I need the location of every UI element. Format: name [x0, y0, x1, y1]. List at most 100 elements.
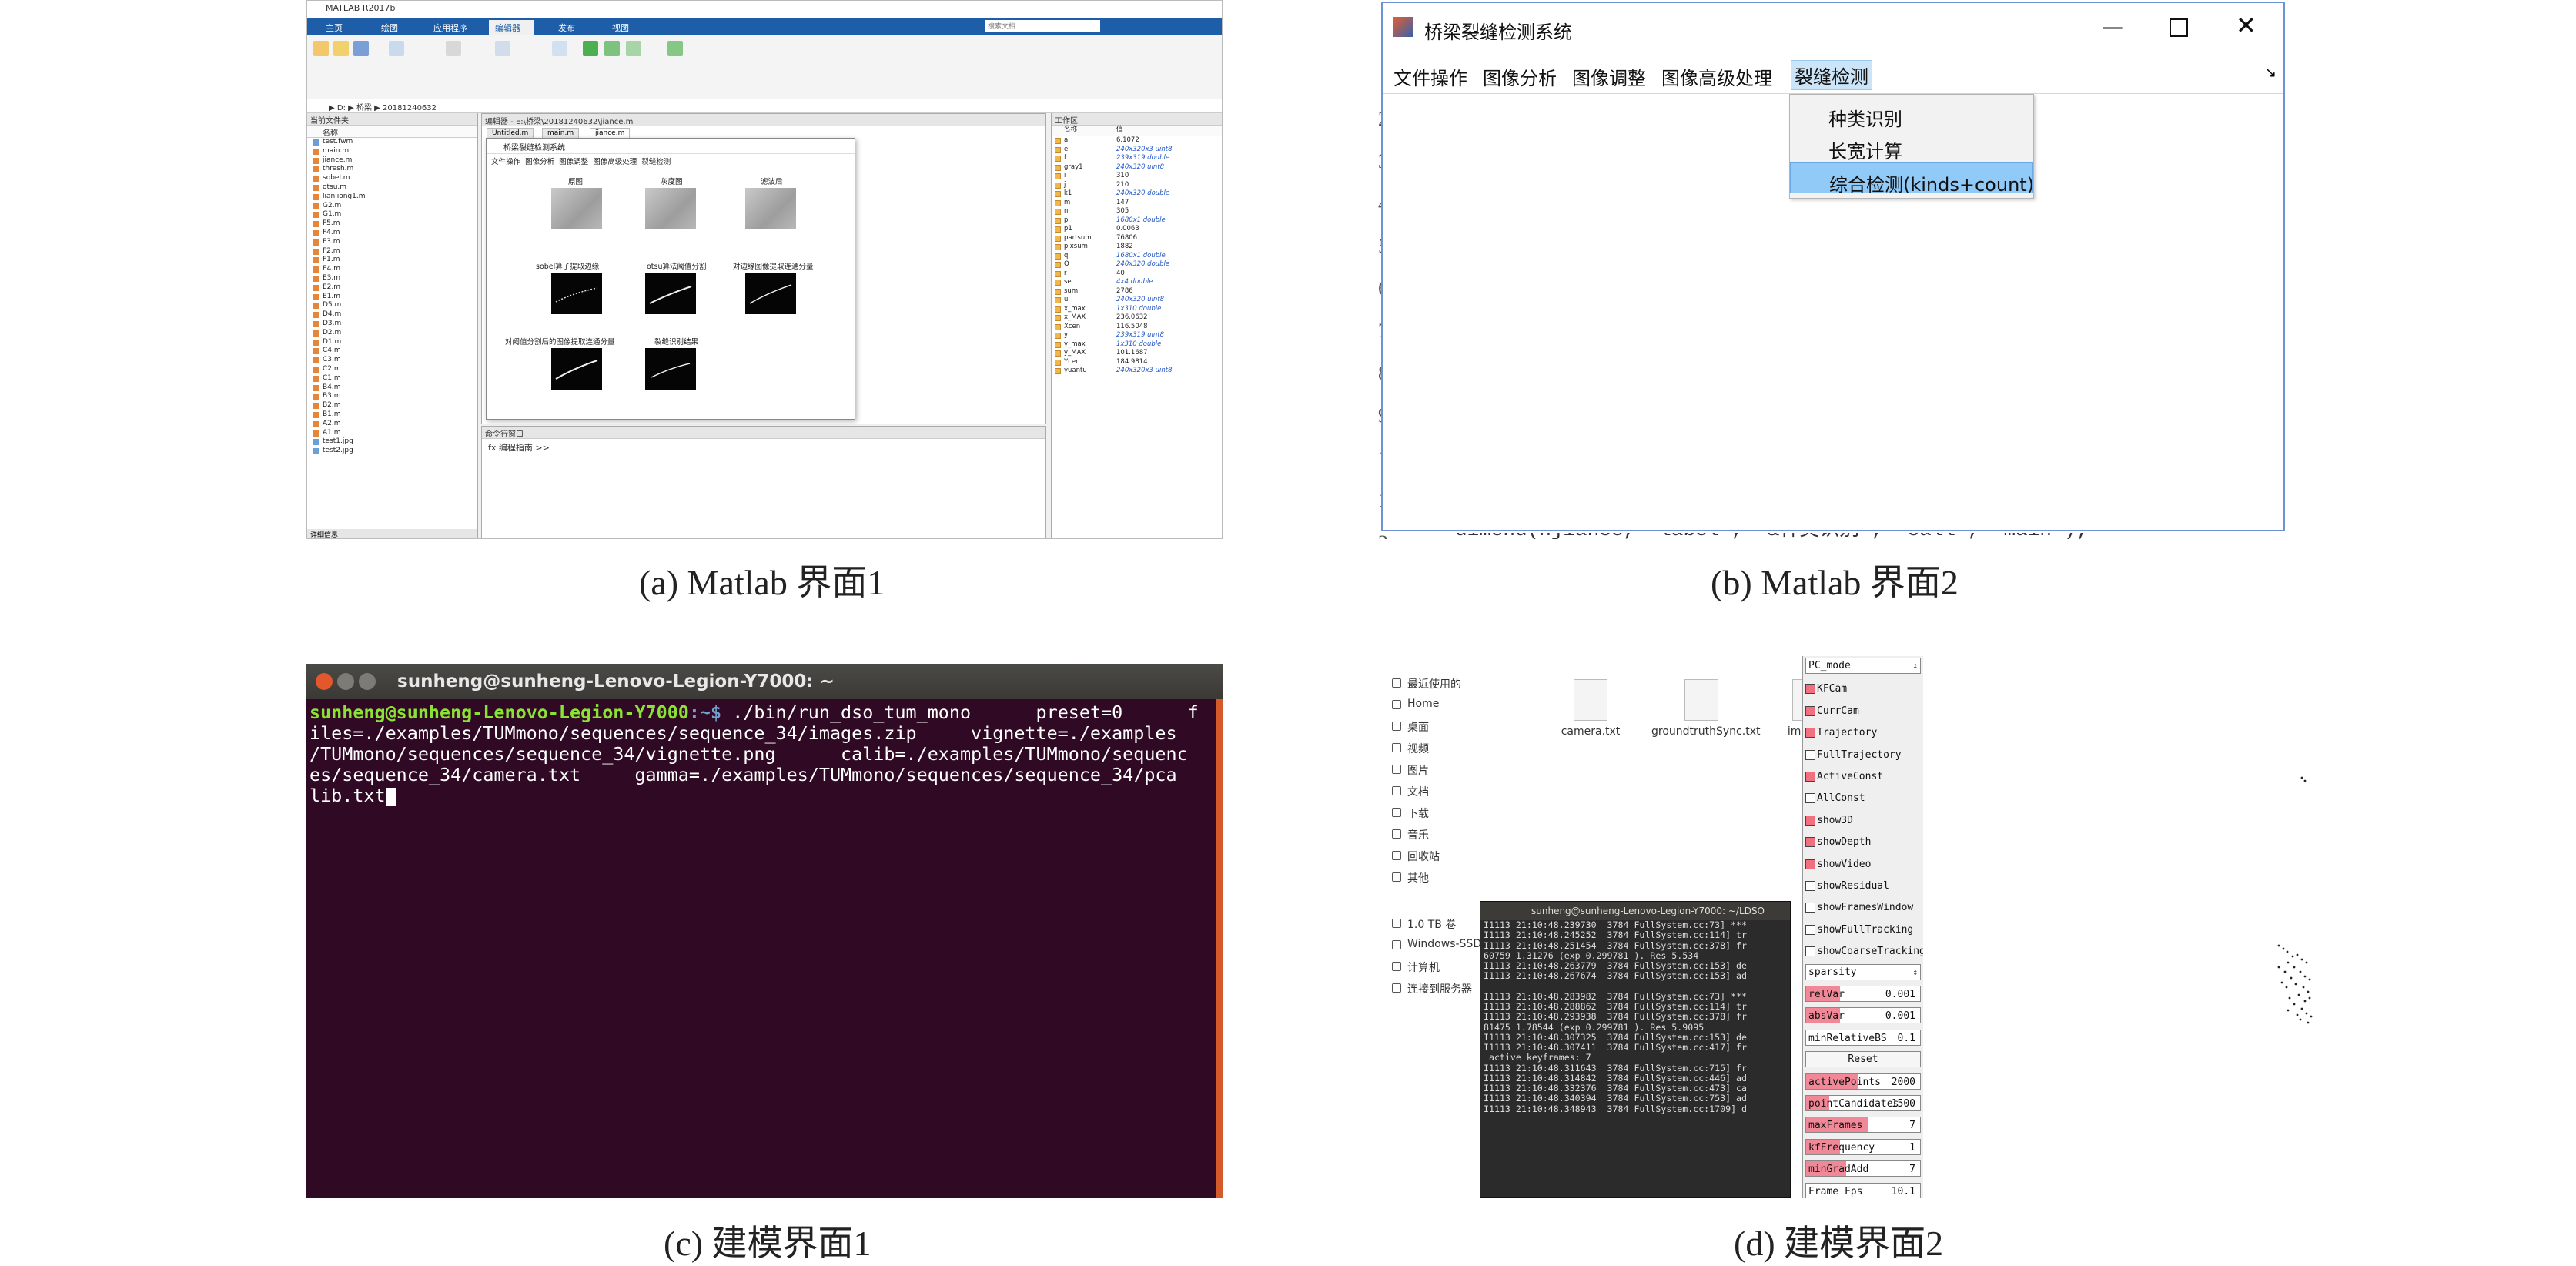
menu-adjust[interactable]: 图像调整 — [559, 158, 588, 166]
file-item[interactable]: C4.m — [307, 347, 477, 356]
file-item[interactable]: D2.m — [307, 329, 477, 338]
menu-crack-detect[interactable]: 裂缝检测 — [1791, 60, 1872, 90]
breakpoints-icon[interactable] — [552, 41, 567, 56]
slider-kfFrequency[interactable]: kfFrequency 1 — [1805, 1138, 1921, 1155]
checkbox-showFullTracking[interactable]: showFullTracking — [1805, 920, 1921, 939]
insert-icon[interactable] — [446, 41, 461, 56]
workspace-row[interactable]: i 310 — [1052, 172, 1222, 181]
run-advance-icon[interactable] — [604, 41, 620, 56]
checkbox-box[interactable] — [1805, 859, 1815, 869]
file-item[interactable]: D1.m — [307, 338, 477, 347]
sidebar-item[interactable]: Home — [1390, 698, 1439, 710]
checkbox-AllConst[interactable]: AllConst — [1805, 789, 1921, 808]
checkbox-showVideo[interactable]: showVideo — [1805, 855, 1921, 874]
sidebar-item[interactable]: 其他 — [1390, 870, 1429, 886]
checkbox-box[interactable] — [1805, 793, 1815, 804]
menu-analysis[interactable]: 图像分析 — [1483, 63, 1557, 90]
text-file-icon[interactable] — [1684, 679, 1718, 721]
menu-file[interactable]: 文件操作 — [491, 158, 520, 166]
checkbox-box[interactable] — [1805, 705, 1815, 716]
maximize-icon[interactable] — [2170, 18, 2188, 37]
workspace-row[interactable]: p1 0.0063 — [1052, 225, 1222, 234]
file-name[interactable]: ima — [1746, 725, 1808, 738]
menu-analysis[interactable]: 图像分析 — [525, 158, 554, 166]
dso-terminal[interactable]: sunheng@sunheng-Lenovo-Legion-Y7000: ~/L… — [1480, 901, 1791, 1198]
files-column-name[interactable]: 名称 — [307, 126, 477, 138]
workspace-row[interactable]: x_MAX 236.0632 — [1052, 313, 1222, 323]
minimize-icon[interactable]: — — [2102, 14, 2123, 39]
workspace-row[interactable]: r 40 — [1052, 270, 1222, 279]
search-documentation-input[interactable]: 搜索文档 — [985, 20, 1100, 32]
checkbox-showDepth[interactable]: showDepth — [1805, 832, 1921, 852]
workspace-row[interactable]: Ycen 184.9814 — [1052, 358, 1222, 367]
file-item[interactable]: E2.m — [307, 283, 477, 293]
checkbox-showResidual[interactable]: showResidual — [1805, 876, 1921, 896]
workspace-row[interactable]: q 1680x1 double — [1052, 252, 1222, 261]
workspace-row[interactable]: gray1 240x320 uint8 — [1052, 163, 1222, 172]
checkbox-box[interactable] — [1805, 924, 1815, 935]
sidebar-item[interactable]: Windows-SSD — [1390, 938, 1481, 950]
checkbox-box[interactable] — [1805, 728, 1815, 738]
slider-minRelativeBS[interactable]: minRelativeBS 0.1 — [1805, 1029, 1921, 1046]
file-item[interactable]: D3.m — [307, 320, 477, 329]
slider-maxFrames[interactable]: maxFrames 7 — [1805, 1117, 1921, 1134]
workspace-row[interactable]: y 239x319 uint8 — [1052, 331, 1222, 340]
file-item[interactable]: otsu.m — [307, 183, 477, 193]
menu-item-kind-recognition[interactable]: 种类识别 — [1790, 98, 2033, 130]
tab-publish[interactable]: 发布 — [558, 20, 575, 35]
workspace-row[interactable]: y_max 1x310 double — [1052, 340, 1222, 350]
workspace-row[interactable]: e 240x320x3 uint8 — [1052, 146, 1222, 155]
terminal-output[interactable]: sunheng@sunheng-Lenovo-Legion-Y7000:~$ .… — [309, 702, 1215, 806]
slider-pointCandidates[interactable]: pointCandidates 1500 — [1805, 1095, 1921, 1111]
file-item[interactable]: C1.m — [307, 374, 477, 383]
sidebar-item[interactable]: 下载 — [1390, 805, 1429, 821]
file-item[interactable]: A2.m — [307, 420, 477, 429]
run-time-icon[interactable] — [667, 41, 683, 56]
file-item[interactable]: B3.m — [307, 392, 477, 401]
workspace-col-name[interactable]: 名称 — [1064, 126, 1077, 135]
file-item[interactable]: thresh.m — [307, 165, 477, 174]
tab-plots[interactable]: 绘图 — [381, 20, 398, 35]
find-file-icon[interactable] — [389, 41, 404, 56]
file-item[interactable]: A1.m — [307, 429, 477, 438]
close-icon[interactable] — [316, 673, 333, 690]
menu-item-length-width[interactable]: 长宽计算 — [1790, 130, 2033, 162]
workspace-row[interactable]: x_max 1x310 double — [1052, 305, 1222, 314]
file-item[interactable]: E1.m — [307, 293, 477, 302]
workspace-row[interactable]: partsum 76806 — [1052, 234, 1222, 243]
file-item[interactable]: test2.jpg — [307, 447, 477, 456]
menu-advanced[interactable]: 图像高级处理 — [593, 158, 637, 166]
file-item[interactable]: F5.m — [307, 219, 477, 229]
checkbox-box[interactable] — [1805, 881, 1815, 891]
file-item[interactable]: B2.m — [307, 401, 477, 410]
slider-activePoints[interactable]: activePoints 2000 — [1805, 1073, 1921, 1090]
image-folder-icon[interactable] — [1792, 679, 1803, 721]
checkbox-FullTrajectory[interactable]: FullTrajectory — [1805, 745, 1921, 765]
file-item[interactable]: F1.m — [307, 256, 477, 265]
minimize-icon[interactable] — [337, 673, 354, 690]
command-prompt[interactable]: fx 编程指南 >> — [482, 439, 1045, 456]
file-item[interactable]: C2.m — [307, 365, 477, 374]
menu-item-comprehensive-detection[interactable]: 综合检测(kinds+count) — [1790, 162, 2034, 196]
checkbox-box[interactable] — [1805, 903, 1815, 913]
workspace-row[interactable]: a 6.1072 — [1052, 136, 1222, 146]
file-item[interactable]: F3.m — [307, 238, 477, 247]
text-file-icon[interactable] — [1574, 679, 1607, 721]
open-icon[interactable] — [333, 41, 349, 56]
file-item[interactable]: lianjiong1.m — [307, 193, 477, 202]
sidebar-item[interactable]: 图片 — [1390, 762, 1429, 778]
file-item[interactable]: C3.m — [307, 356, 477, 365]
sidebar-item[interactable]: 计算机 — [1390, 960, 1440, 975]
file-item[interactable]: G1.m — [307, 210, 477, 219]
run-icon[interactable] — [583, 41, 598, 56]
sparsity-select[interactable]: sparsity ↕ — [1805, 963, 1921, 980]
checkbox-box[interactable] — [1805, 772, 1815, 782]
sidebar-item[interactable]: 回收站 — [1390, 849, 1440, 864]
workspace-row[interactable]: y_MAX 101.1687 — [1052, 349, 1222, 358]
sidebar-item[interactable]: 1.0 TB 卷 — [1390, 916, 1456, 932]
slider-absVar[interactable]: absVar 0.001 — [1805, 1007, 1921, 1024]
sidebar-item[interactable]: 桌面 — [1390, 719, 1429, 735]
checkbox-box[interactable] — [1805, 815, 1815, 826]
tab-editor[interactable]: 编辑器 — [489, 20, 534, 35]
checkbox-box[interactable] — [1805, 684, 1815, 695]
